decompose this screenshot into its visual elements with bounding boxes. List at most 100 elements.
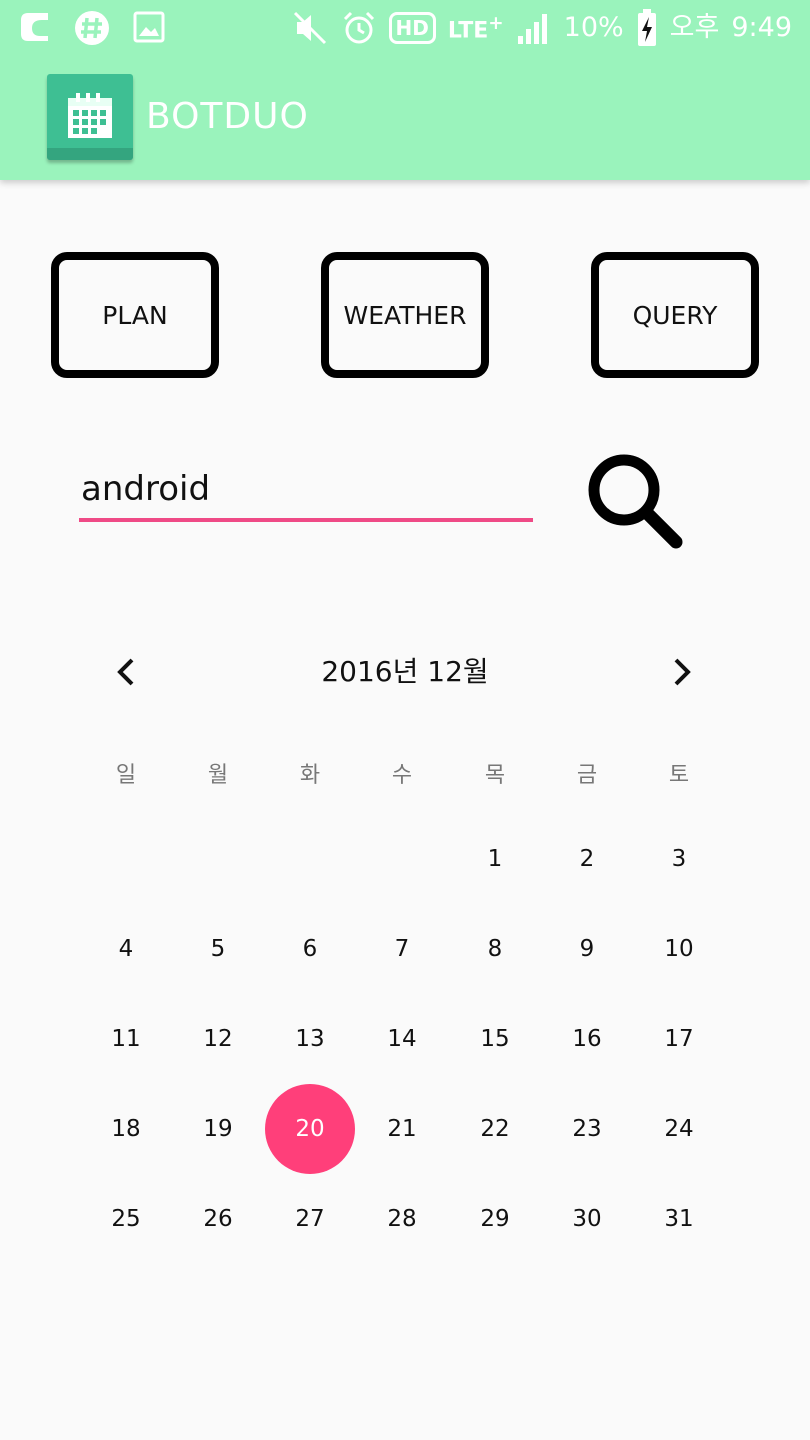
weekday-label: 일 [115, 763, 137, 788]
calendar-day[interactable]: 10 [633, 904, 725, 994]
calendar-day-selected[interactable]: 20 [264, 1084, 356, 1174]
calendar-day[interactable]: 19 [172, 1084, 264, 1174]
status-bar: HD LTE+ 10% 오후 9:49 [0, 0, 810, 58]
weather-button[interactable]: WEATHER [321, 252, 489, 378]
network-type: LTE+ [448, 9, 504, 46]
calendar-day-label: 6 [302, 936, 318, 962]
calendar-day[interactable]: 13 [264, 994, 356, 1084]
plan-button[interactable]: PLAN [51, 252, 219, 378]
battery-charging-icon [636, 8, 658, 48]
chevron-right-icon [674, 658, 691, 686]
alarm-icon [341, 10, 377, 46]
calendar-day-label: 12 [203, 1026, 233, 1052]
calendar-day-label: 26 [203, 1206, 233, 1232]
calendar-day-label: 16 [572, 1026, 602, 1052]
calendar-day[interactable]: 4 [80, 904, 172, 994]
hd-badge: HD [388, 12, 436, 44]
image-icon [132, 10, 166, 46]
app-title: BOTDUO [146, 96, 309, 137]
chevron-left-icon [117, 658, 134, 686]
calendar-month-title: 2016년 12월 [321, 655, 489, 688]
calendar-day-label: 7 [394, 936, 410, 962]
calendar-day-label: 23 [572, 1116, 602, 1142]
calendar-day-label: 29 [480, 1206, 510, 1232]
calendar-day[interactable]: 26 [172, 1174, 264, 1264]
calendar-day-label: 31 [664, 1206, 694, 1232]
calendar-day-label: 20 [295, 1116, 325, 1142]
calendar-icon [68, 93, 112, 138]
battery-percent: 10% [563, 12, 624, 43]
app-logo [47, 74, 133, 160]
calendar-day[interactable]: 2 [541, 814, 633, 904]
calendar-week-row: 25 26 27 28 29 30 31 [80, 1174, 772, 1264]
weekday-label: 월 [207, 763, 229, 788]
calendar-week-row: 4 5 6 7 8 9 10 [80, 904, 772, 994]
weekday-label: 수 [391, 763, 413, 788]
query-button[interactable]: QUERY [591, 252, 759, 378]
calendar-day[interactable]: 14 [356, 994, 448, 1084]
calendar-day-label: 1 [487, 846, 503, 872]
calendar-day[interactable]: 6 [264, 904, 356, 994]
calendar-day[interactable]: 15 [449, 994, 541, 1084]
calendar-day-label: 24 [664, 1116, 694, 1142]
calendar-day[interactable]: 21 [356, 1084, 448, 1174]
calendar-day-label: 8 [487, 936, 503, 962]
weekday-label: 화 [299, 763, 321, 788]
calendar-day-label: 10 [664, 936, 694, 962]
calendar-day-label: 27 [295, 1206, 325, 1232]
network-plus: + [488, 13, 504, 35]
calendar-day-label: 21 [387, 1116, 417, 1142]
calendar-day-label: 17 [664, 1026, 694, 1052]
calendar-day[interactable]: 1 [449, 814, 541, 904]
calendar-day[interactable]: 12 [172, 994, 264, 1084]
calendar-day-label: 25 [111, 1206, 141, 1232]
calendar-day[interactable]: 31 [633, 1174, 725, 1264]
circle-app-icon [18, 10, 52, 46]
calendar-day[interactable]: 18 [80, 1084, 172, 1174]
calendar-day[interactable]: 22 [449, 1084, 541, 1174]
calendar-day-label: 5 [210, 936, 226, 962]
calendar-day[interactable]: 30 [541, 1174, 633, 1264]
calendar-week-row: 1 2 3 [80, 814, 772, 904]
calendar-day-label: 22 [480, 1116, 510, 1142]
calendar-day-label: 15 [480, 1026, 510, 1052]
weekday-label: 목 [484, 763, 506, 788]
calendar-day[interactable]: 3 [633, 814, 725, 904]
slack-icon [74, 10, 110, 46]
calendar-day-label: 18 [111, 1116, 141, 1142]
calendar-day-label: 11 [111, 1026, 141, 1052]
search-input[interactable] [79, 466, 533, 522]
calendar-prev-button[interactable] [106, 652, 146, 692]
calendar-day[interactable]: 7 [356, 904, 448, 994]
calendar-day-label: 28 [387, 1206, 417, 1232]
calendar-day[interactable]: 23 [541, 1084, 633, 1174]
time-period: 오후 [669, 12, 720, 43]
search-button[interactable] [584, 450, 684, 550]
calendar-day[interactable]: 11 [80, 994, 172, 1084]
calendar-day[interactable]: 25 [80, 1174, 172, 1264]
weekday-header: 일 월 화 수 목 금 토 [80, 728, 772, 818]
calendar-day[interactable]: 29 [449, 1174, 541, 1264]
calendar-day-label: 14 [387, 1026, 417, 1052]
calendar-day[interactable]: 16 [541, 994, 633, 1084]
calendar-day[interactable]: 5 [172, 904, 264, 994]
calendar-day[interactable]: 27 [264, 1174, 356, 1264]
mute-icon [291, 10, 329, 46]
calendar-day[interactable]: 24 [633, 1084, 725, 1174]
calendar-week-row: 18 19 20 21 22 23 24 [80, 1084, 772, 1174]
network-label: LTE [447, 18, 489, 44]
calendar-day[interactable]: 17 [633, 994, 725, 1084]
calendar-day-label: 13 [295, 1026, 325, 1052]
calendar-day-label: 2 [579, 846, 595, 872]
status-time: 9:49 [731, 12, 792, 43]
calendar-day-label: 19 [203, 1116, 233, 1142]
calendar-day[interactable]: 28 [356, 1174, 448, 1264]
app-bar: HD LTE+ 10% 오후 9:49 BOTDUO [0, 0, 810, 180]
search-icon [588, 454, 683, 549]
calendar-next-button[interactable] [662, 652, 702, 692]
calendar-day[interactable]: 8 [449, 904, 541, 994]
weekday-label: 토 [668, 763, 690, 788]
calendar-day[interactable]: 9 [541, 904, 633, 994]
signal-icon [516, 10, 552, 46]
calendar-week-row: 11 12 13 14 15 16 17 [80, 994, 772, 1084]
